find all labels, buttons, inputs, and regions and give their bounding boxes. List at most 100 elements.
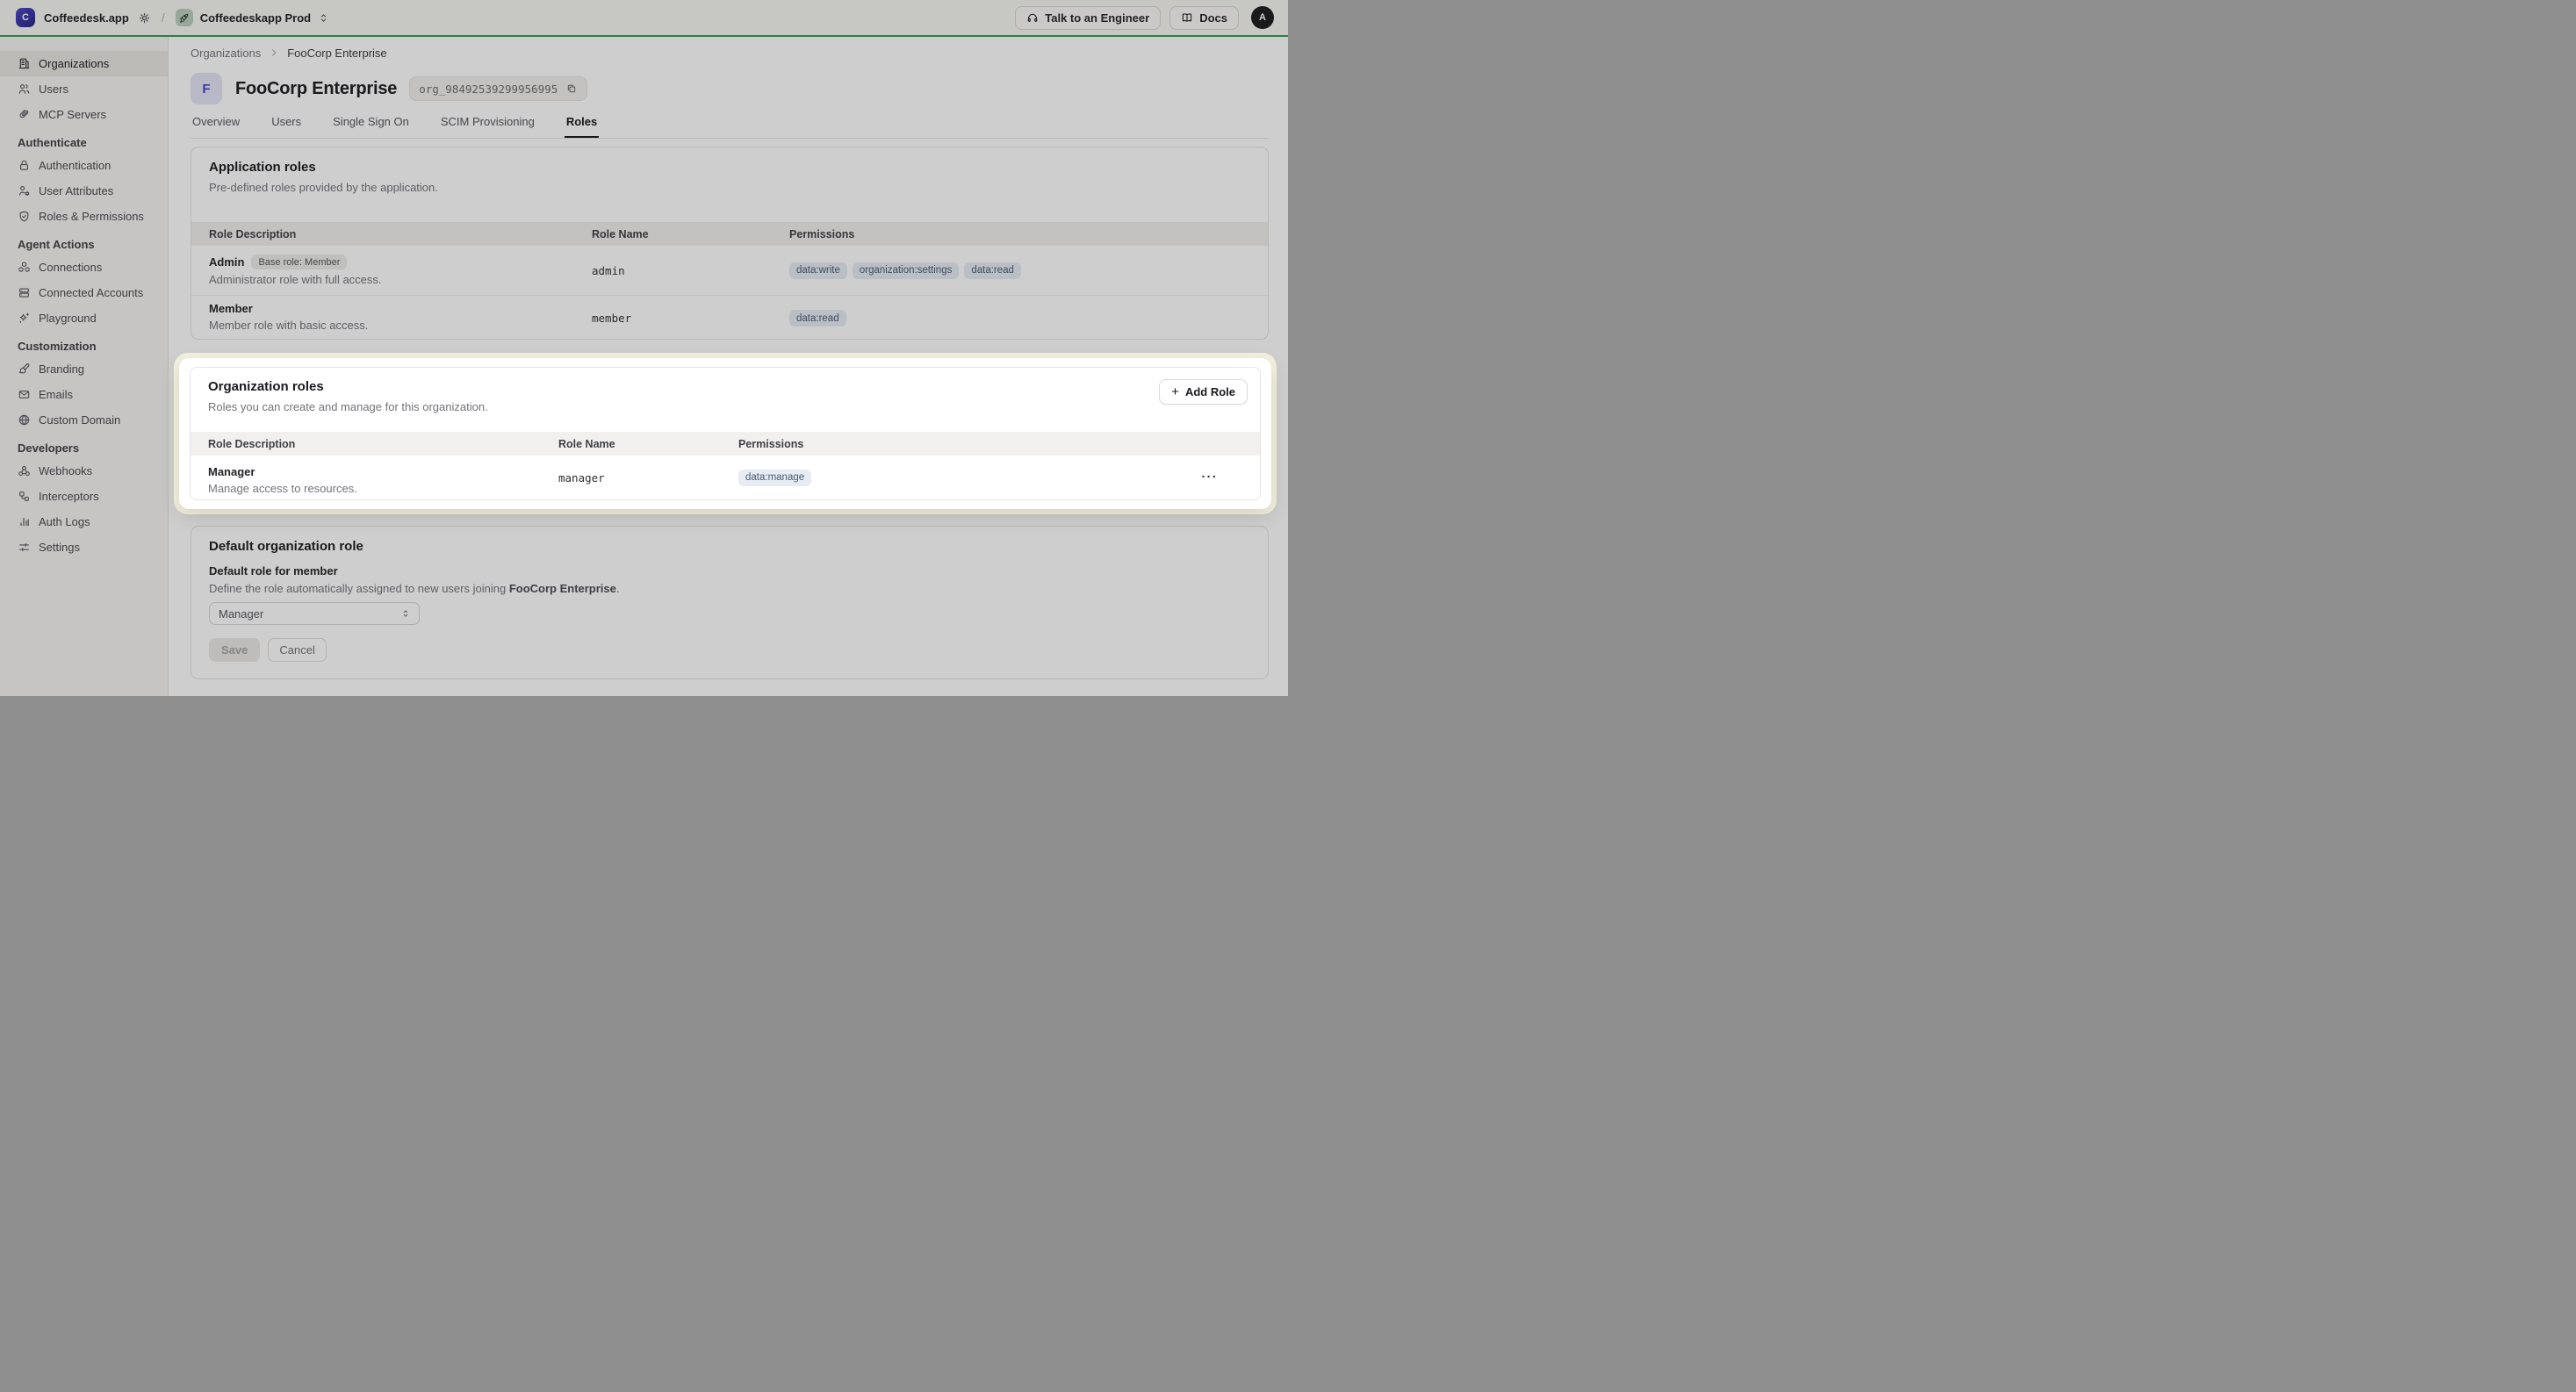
permissions-cell: data:read xyxy=(789,296,1268,341)
column-role-name: Role Name xyxy=(558,438,738,450)
sidebar-item-webhooks[interactable]: Webhooks xyxy=(0,458,168,484)
chevron-right-icon xyxy=(269,47,279,58)
sidebar-item-label: Custom Domain xyxy=(39,413,120,427)
table-row-manager: Manager Manage access to resources. mana… xyxy=(191,456,1260,499)
default-role-select[interactable]: Manager xyxy=(209,602,420,625)
tab-users[interactable]: Users xyxy=(270,115,303,138)
sidebar-item-label: Interceptors xyxy=(39,490,99,503)
role-description-text: Manage access to resources. xyxy=(208,482,558,495)
breadcrumb-organizations[interactable]: Organizations xyxy=(191,47,261,60)
add-role-label: Add Role xyxy=(1185,385,1235,398)
permission-chips: data:writeorganization:settingsdata:read xyxy=(789,262,1021,279)
docs-label: Docs xyxy=(1199,11,1227,25)
tab-roles[interactable]: Roles xyxy=(565,115,599,138)
tab-single-sign-on[interactable]: Single Sign On xyxy=(331,115,411,138)
user-gear-icon xyxy=(18,184,31,197)
envelope-icon xyxy=(18,388,31,401)
role-slug: member xyxy=(592,312,631,325)
breadcrumb: Organizations FooCorp Enterprise xyxy=(191,45,387,61)
org-id-chip[interactable]: org_98492539299956995 xyxy=(409,76,587,101)
app-logo[interactable]: C xyxy=(16,8,35,27)
plus-icon: + xyxy=(1171,385,1179,398)
role-name-label: Admin xyxy=(209,255,244,269)
sidebar-item-users[interactable]: Users xyxy=(0,76,168,102)
page-header: F FooCorp Enterprise org_984925392999569… xyxy=(191,73,587,104)
row-actions-button[interactable]: ··· xyxy=(1202,470,1219,484)
stacked-cards-icon xyxy=(18,286,31,299)
sidebar-item-authentication[interactable]: Authentication xyxy=(0,153,168,178)
sidebar-item-emails[interactable]: Emails xyxy=(0,382,168,407)
sidebar-item-connected-accounts[interactable]: Connected Accounts xyxy=(0,280,168,305)
column-role-description: Role Description xyxy=(191,228,592,240)
default-role-description: Define the role automatically assigned t… xyxy=(209,582,1250,595)
talk-to-engineer-label: Talk to an Engineer xyxy=(1045,11,1149,25)
select-value: Manager xyxy=(219,607,263,621)
sidebar-item-roles-permissions[interactable]: Roles & Permissions xyxy=(0,204,168,229)
users-icon xyxy=(18,83,31,96)
user-avatar[interactable]: A xyxy=(1251,6,1274,29)
application-roles-table-header: Role Description Role Name Permissions xyxy=(191,222,1268,246)
spotlight-card: Organization roles Roles you can create … xyxy=(179,358,1271,509)
organization-roles-title: Organization roles xyxy=(208,379,488,394)
sidebar-item-label: Playground xyxy=(39,312,97,325)
talk-to-engineer-button[interactable]: Talk to an Engineer xyxy=(1015,6,1161,30)
sidebar-item-user-attributes[interactable]: User Attributes xyxy=(0,178,168,204)
sidebar-item-connections[interactable]: Connections xyxy=(0,255,168,280)
sparkle-icon xyxy=(18,312,31,325)
sidebar-item-settings[interactable]: Settings xyxy=(0,535,168,560)
sidebar-item-label: MCP Servers xyxy=(39,108,106,121)
role-slug-cell: manager xyxy=(558,456,738,499)
column-role-description: Role Description xyxy=(191,438,558,450)
role-description-text: Administrator role with full access. xyxy=(209,273,592,286)
sidebar-item-interceptors[interactable]: Interceptors xyxy=(0,484,168,509)
sidebar-item-label: Authentication xyxy=(39,159,111,172)
app-name[interactable]: Coffeedesk.app xyxy=(44,11,129,25)
role-name-label: Member xyxy=(209,302,253,315)
sidebar-item-label: Connections xyxy=(39,261,102,274)
sidebar-section-developers: Developers xyxy=(0,436,168,460)
tab-scim-provisioning[interactable]: SCIM Provisioning xyxy=(439,115,536,138)
description-suffix: . xyxy=(616,582,620,595)
sliders-icon xyxy=(18,541,31,554)
permissions-cell: data:manage xyxy=(738,456,1260,499)
org-avatar: F xyxy=(191,73,222,104)
sidebar: Organizations Users MCP Servers Authenti… xyxy=(0,37,169,696)
column-permissions: Permissions xyxy=(738,438,1260,450)
save-button[interactable]: Save xyxy=(209,638,260,662)
top-bar: C Coffeedesk.app / Coffeedeskapp Prod xyxy=(0,0,1288,37)
sidebar-item-branding[interactable]: Branding xyxy=(0,356,168,382)
sidebar-item-playground[interactable]: Playground xyxy=(0,305,168,331)
book-icon xyxy=(1181,11,1193,24)
cubes-icon xyxy=(18,261,31,274)
intercept-icon xyxy=(18,490,31,503)
sidebar-item-organizations[interactable]: Organizations xyxy=(0,51,168,76)
permission-chip: data:read xyxy=(964,262,1021,279)
sidebar-item-custom-domain[interactable]: Custom Domain xyxy=(0,407,168,433)
environment-name[interactable]: Coffeedeskapp Prod xyxy=(200,11,311,25)
permission-chip: data:manage xyxy=(738,470,811,486)
role-slug: admin xyxy=(592,264,625,277)
gear-icon[interactable] xyxy=(138,11,151,25)
table-row-admin: Admin Base role: Member Administrator ro… xyxy=(191,246,1268,296)
sidebar-item-label: User Attributes xyxy=(39,184,113,197)
add-role-button[interactable]: + Add Role xyxy=(1159,379,1248,405)
copy-icon[interactable] xyxy=(565,83,578,95)
app-window: C Coffeedesk.app / Coffeedeskapp Prod xyxy=(0,0,1288,696)
sidebar-item-label: Settings xyxy=(39,541,80,554)
spotlight-halo: Organization roles Roles you can create … xyxy=(174,353,1277,514)
sidebar-item-auth-logs[interactable]: Auth Logs xyxy=(0,509,168,535)
tab-overview[interactable]: Overview xyxy=(191,115,241,138)
sidebar-item-mcp-servers[interactable]: MCP Servers xyxy=(0,102,168,127)
docs-button[interactable]: Docs xyxy=(1169,6,1239,30)
description-org-name: FooCorp Enterprise xyxy=(509,582,616,595)
sidebar-item-label: Branding xyxy=(39,362,84,376)
chevron-up-down-icon[interactable] xyxy=(318,12,329,24)
sidebar-section-authenticate: Authenticate xyxy=(0,131,168,154)
role-name-label: Manager xyxy=(208,465,255,478)
organization-roles-subtitle: Roles you can create and manage for this… xyxy=(208,400,488,413)
application-roles-panel: Application roles Pre-defined roles prov… xyxy=(191,147,1269,340)
cancel-button[interactable]: Cancel xyxy=(268,638,326,662)
sidebar-item-label: Webhooks xyxy=(39,464,92,477)
base-role-badge: Base role: Member xyxy=(251,255,347,269)
sidebar-item-label: Emails xyxy=(39,388,73,401)
